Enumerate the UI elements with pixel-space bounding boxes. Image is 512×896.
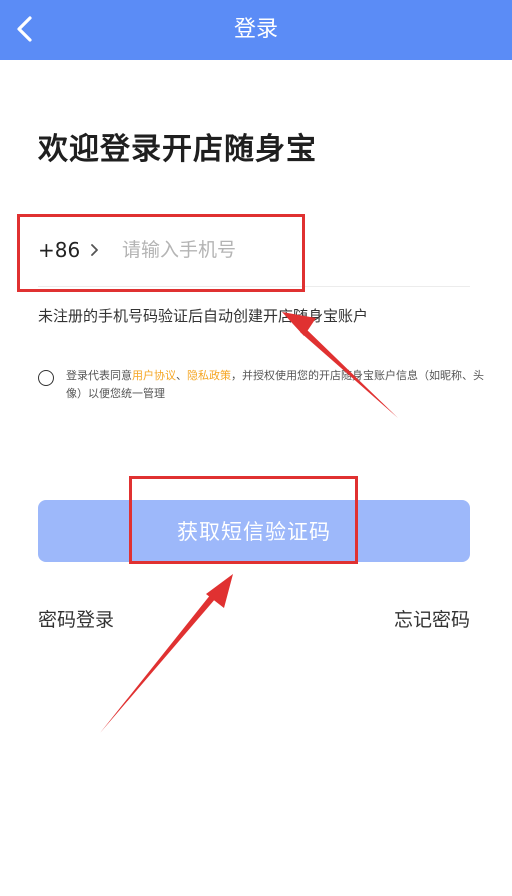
page-title: 登录 — [233, 17, 278, 42]
password-login-link[interactable]: 密码登录 — [38, 606, 114, 634]
agreement-text: 登录代表同意用户协议、隐私政策，并授权使用您的开店随身宝账户信息（如昵称、头像）… — [66, 367, 486, 403]
header-bar: 登录 — [0, 0, 512, 60]
agreement-separator: 、 — [176, 369, 187, 382]
phone-input-row: +86 — [38, 226, 470, 287]
agreement-prefix: 登录代表同意 — [66, 369, 132, 382]
agreement-radio[interactable] — [38, 370, 54, 386]
privacy-policy-link[interactable]: 隐私政策 — [187, 369, 231, 382]
forgot-password-link[interactable]: 忘记密码 — [394, 606, 470, 634]
annotation-arrow-sms — [100, 574, 233, 733]
chevron-right-icon[interactable] — [88, 238, 102, 262]
country-code-selector[interactable]: +86 — [38, 236, 80, 264]
user-agreement-link[interactable]: 用户协议 — [132, 369, 176, 382]
phone-number-input[interactable] — [122, 232, 422, 268]
login-page: 登录 欢迎登录开店随身宝 +86 未注册的手机号码验证后自动创建开店随身宝账户 … — [0, 0, 512, 896]
register-hint-text: 未注册的手机号码验证后自动创建开店随身宝账户 — [38, 307, 369, 325]
get-sms-code-button[interactable]: 获取短信验证码 — [38, 500, 470, 562]
welcome-heading: 欢迎登录开店随身宝 — [38, 132, 317, 167]
